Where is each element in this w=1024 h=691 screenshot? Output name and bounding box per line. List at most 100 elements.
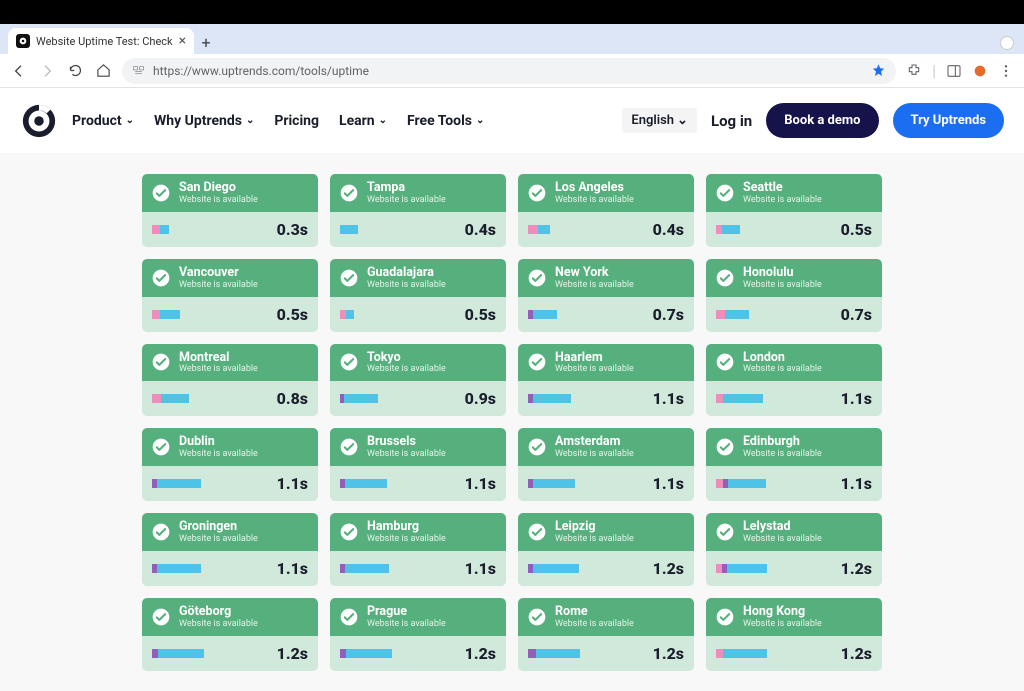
timing-bar-segment: [528, 225, 538, 234]
location-card[interactable]: Rome Website is available 1.2s: [518, 598, 694, 671]
location-card[interactable]: Amsterdam Website is available 1.1s: [518, 428, 694, 501]
location-card[interactable]: Haarlem Website is available 1.1s: [518, 344, 694, 417]
chevron-down-icon: ⌄: [246, 115, 254, 126]
card-metrics: 1.2s: [142, 636, 318, 671]
home-button[interactable]: [94, 62, 112, 80]
browser-tab[interactable]: Website Uptime Test: Check ×: [8, 28, 194, 54]
timing-bar-segment: [152, 394, 161, 403]
language-selector[interactable]: English⌄: [622, 108, 697, 133]
timing-bar: [528, 564, 588, 573]
timing-bar: [528, 479, 588, 488]
card-header: Vancouver Website is available: [142, 259, 318, 297]
location-card[interactable]: Tokyo Website is available 0.9s: [330, 344, 506, 417]
timing-bar-segment: [344, 394, 378, 403]
timing-bar: [152, 564, 212, 573]
check-circle-icon: [151, 437, 171, 457]
tab-overflow-button[interactable]: [1000, 36, 1014, 50]
card-metrics: 0.5s: [330, 297, 506, 332]
location-card[interactable]: Lelystad Website is available 1.2s: [706, 513, 882, 586]
location-status: Website is available: [743, 535, 822, 544]
location-name: Brussels: [367, 435, 446, 449]
location-name: San Diego: [179, 181, 258, 195]
nav-why-uptrends[interactable]: Why Uptrends⌄: [154, 113, 254, 129]
timing-bar-segment: [716, 479, 723, 488]
timing-bar-segment: [346, 310, 354, 319]
location-card[interactable]: Guadalajara Website is available 0.5s: [330, 259, 506, 332]
card-header: London Website is available: [706, 344, 882, 382]
location-card[interactable]: San Diego Website is available 0.3s: [142, 174, 318, 247]
location-status: Website is available: [367, 535, 446, 544]
nav-learn[interactable]: Learn⌄: [339, 113, 387, 129]
location-name: Lelystad: [743, 520, 822, 534]
site-settings-icon[interactable]: [132, 64, 145, 77]
new-tab-button[interactable]: +: [194, 30, 218, 54]
location-name: London: [743, 351, 822, 365]
check-circle-icon: [339, 183, 359, 203]
location-card[interactable]: Seattle Website is available 0.5s: [706, 174, 882, 247]
location-card[interactable]: Groningen Website is available 1.1s: [142, 513, 318, 586]
timing-bar-segment: [725, 310, 749, 319]
response-time: 1.2s: [841, 559, 872, 578]
url-bar[interactable]: https://www.uptrends.com/tools/uptime: [122, 58, 896, 84]
location-name: Edinburgh: [743, 435, 822, 449]
nav-free-tools[interactable]: Free Tools⌄: [407, 113, 484, 129]
timing-bar-segment: [161, 394, 189, 403]
location-card[interactable]: Prague Website is available 1.2s: [330, 598, 506, 671]
location-card[interactable]: Montreal Website is available 0.8s: [142, 344, 318, 417]
timing-bar: [528, 394, 588, 403]
nav-pricing[interactable]: Pricing: [274, 113, 319, 129]
book-demo-button[interactable]: Book a demo: [766, 103, 878, 138]
location-card[interactable]: Dublin Website is available 1.1s: [142, 428, 318, 501]
location-card[interactable]: Honolulu Website is available 0.7s: [706, 259, 882, 332]
location-card[interactable]: Tampa Website is available 0.4s: [330, 174, 506, 247]
location-status: Website is available: [367, 281, 446, 290]
location-card[interactable]: Los Angeles Website is available 0.4s: [518, 174, 694, 247]
location-card[interactable]: New York Website is available 0.7s: [518, 259, 694, 332]
location-card[interactable]: Vancouver Website is available 0.5s: [142, 259, 318, 332]
response-time: 0.4s: [465, 220, 496, 239]
response-time: 1.1s: [653, 474, 684, 493]
response-time: 0.5s: [277, 305, 308, 324]
extensions-icon[interactable]: [906, 63, 922, 79]
location-card[interactable]: Göteborg Website is available 1.2s: [142, 598, 318, 671]
card-metrics: 1.2s: [518, 636, 694, 671]
location-status: Website is available: [179, 450, 258, 459]
location-card[interactable]: Hamburg Website is available 1.1s: [330, 513, 506, 586]
timing-bar-segment: [160, 310, 180, 319]
card-header: Göteborg Website is available: [142, 598, 318, 636]
location-status: Website is available: [555, 196, 634, 205]
nav-product[interactable]: Product⌄: [72, 113, 134, 129]
browser-menu-icon[interactable]: [998, 63, 1014, 79]
location-card[interactable]: Hong Kong Website is available 1.2s: [706, 598, 882, 671]
location-status: Website is available: [743, 365, 822, 374]
location-status: Website is available: [743, 620, 822, 629]
timing-bar-segment: [536, 649, 580, 658]
card-header: Dublin Website is available: [142, 428, 318, 466]
try-uptrends-button[interactable]: Try Uptrends: [893, 103, 1005, 138]
side-panel-icon[interactable]: [946, 63, 962, 79]
timing-bar: [340, 310, 400, 319]
browser-tab-strip: Website Uptime Test: Check × +: [0, 24, 1024, 54]
location-status: Website is available: [555, 450, 634, 459]
location-name: Amsterdam: [555, 435, 634, 449]
login-link[interactable]: Log in: [711, 112, 752, 130]
forward-button[interactable]: [38, 62, 56, 80]
check-circle-icon: [339, 268, 359, 288]
timing-bar: [340, 564, 400, 573]
bookmark-star-icon[interactable]: [871, 63, 886, 78]
site-logo[interactable]: [20, 102, 58, 140]
location-card[interactable]: Brussels Website is available 1.1s: [330, 428, 506, 501]
location-card[interactable]: Edinburgh Website is available 1.1s: [706, 428, 882, 501]
timing-bar-segment: [533, 394, 571, 403]
card-metrics: 1.1s: [330, 466, 506, 501]
profile-icon[interactable]: [972, 63, 988, 79]
location-name: Göteborg: [179, 605, 258, 619]
reload-button[interactable]: [66, 62, 84, 80]
timing-bar: [528, 225, 588, 234]
location-card[interactable]: Leipzig Website is available 1.2s: [518, 513, 694, 586]
check-circle-icon: [527, 522, 547, 542]
location-name: Montreal: [179, 351, 258, 365]
close-tab-icon[interactable]: ×: [179, 33, 186, 49]
location-card[interactable]: London Website is available 1.1s: [706, 344, 882, 417]
back-button[interactable]: [10, 62, 28, 80]
